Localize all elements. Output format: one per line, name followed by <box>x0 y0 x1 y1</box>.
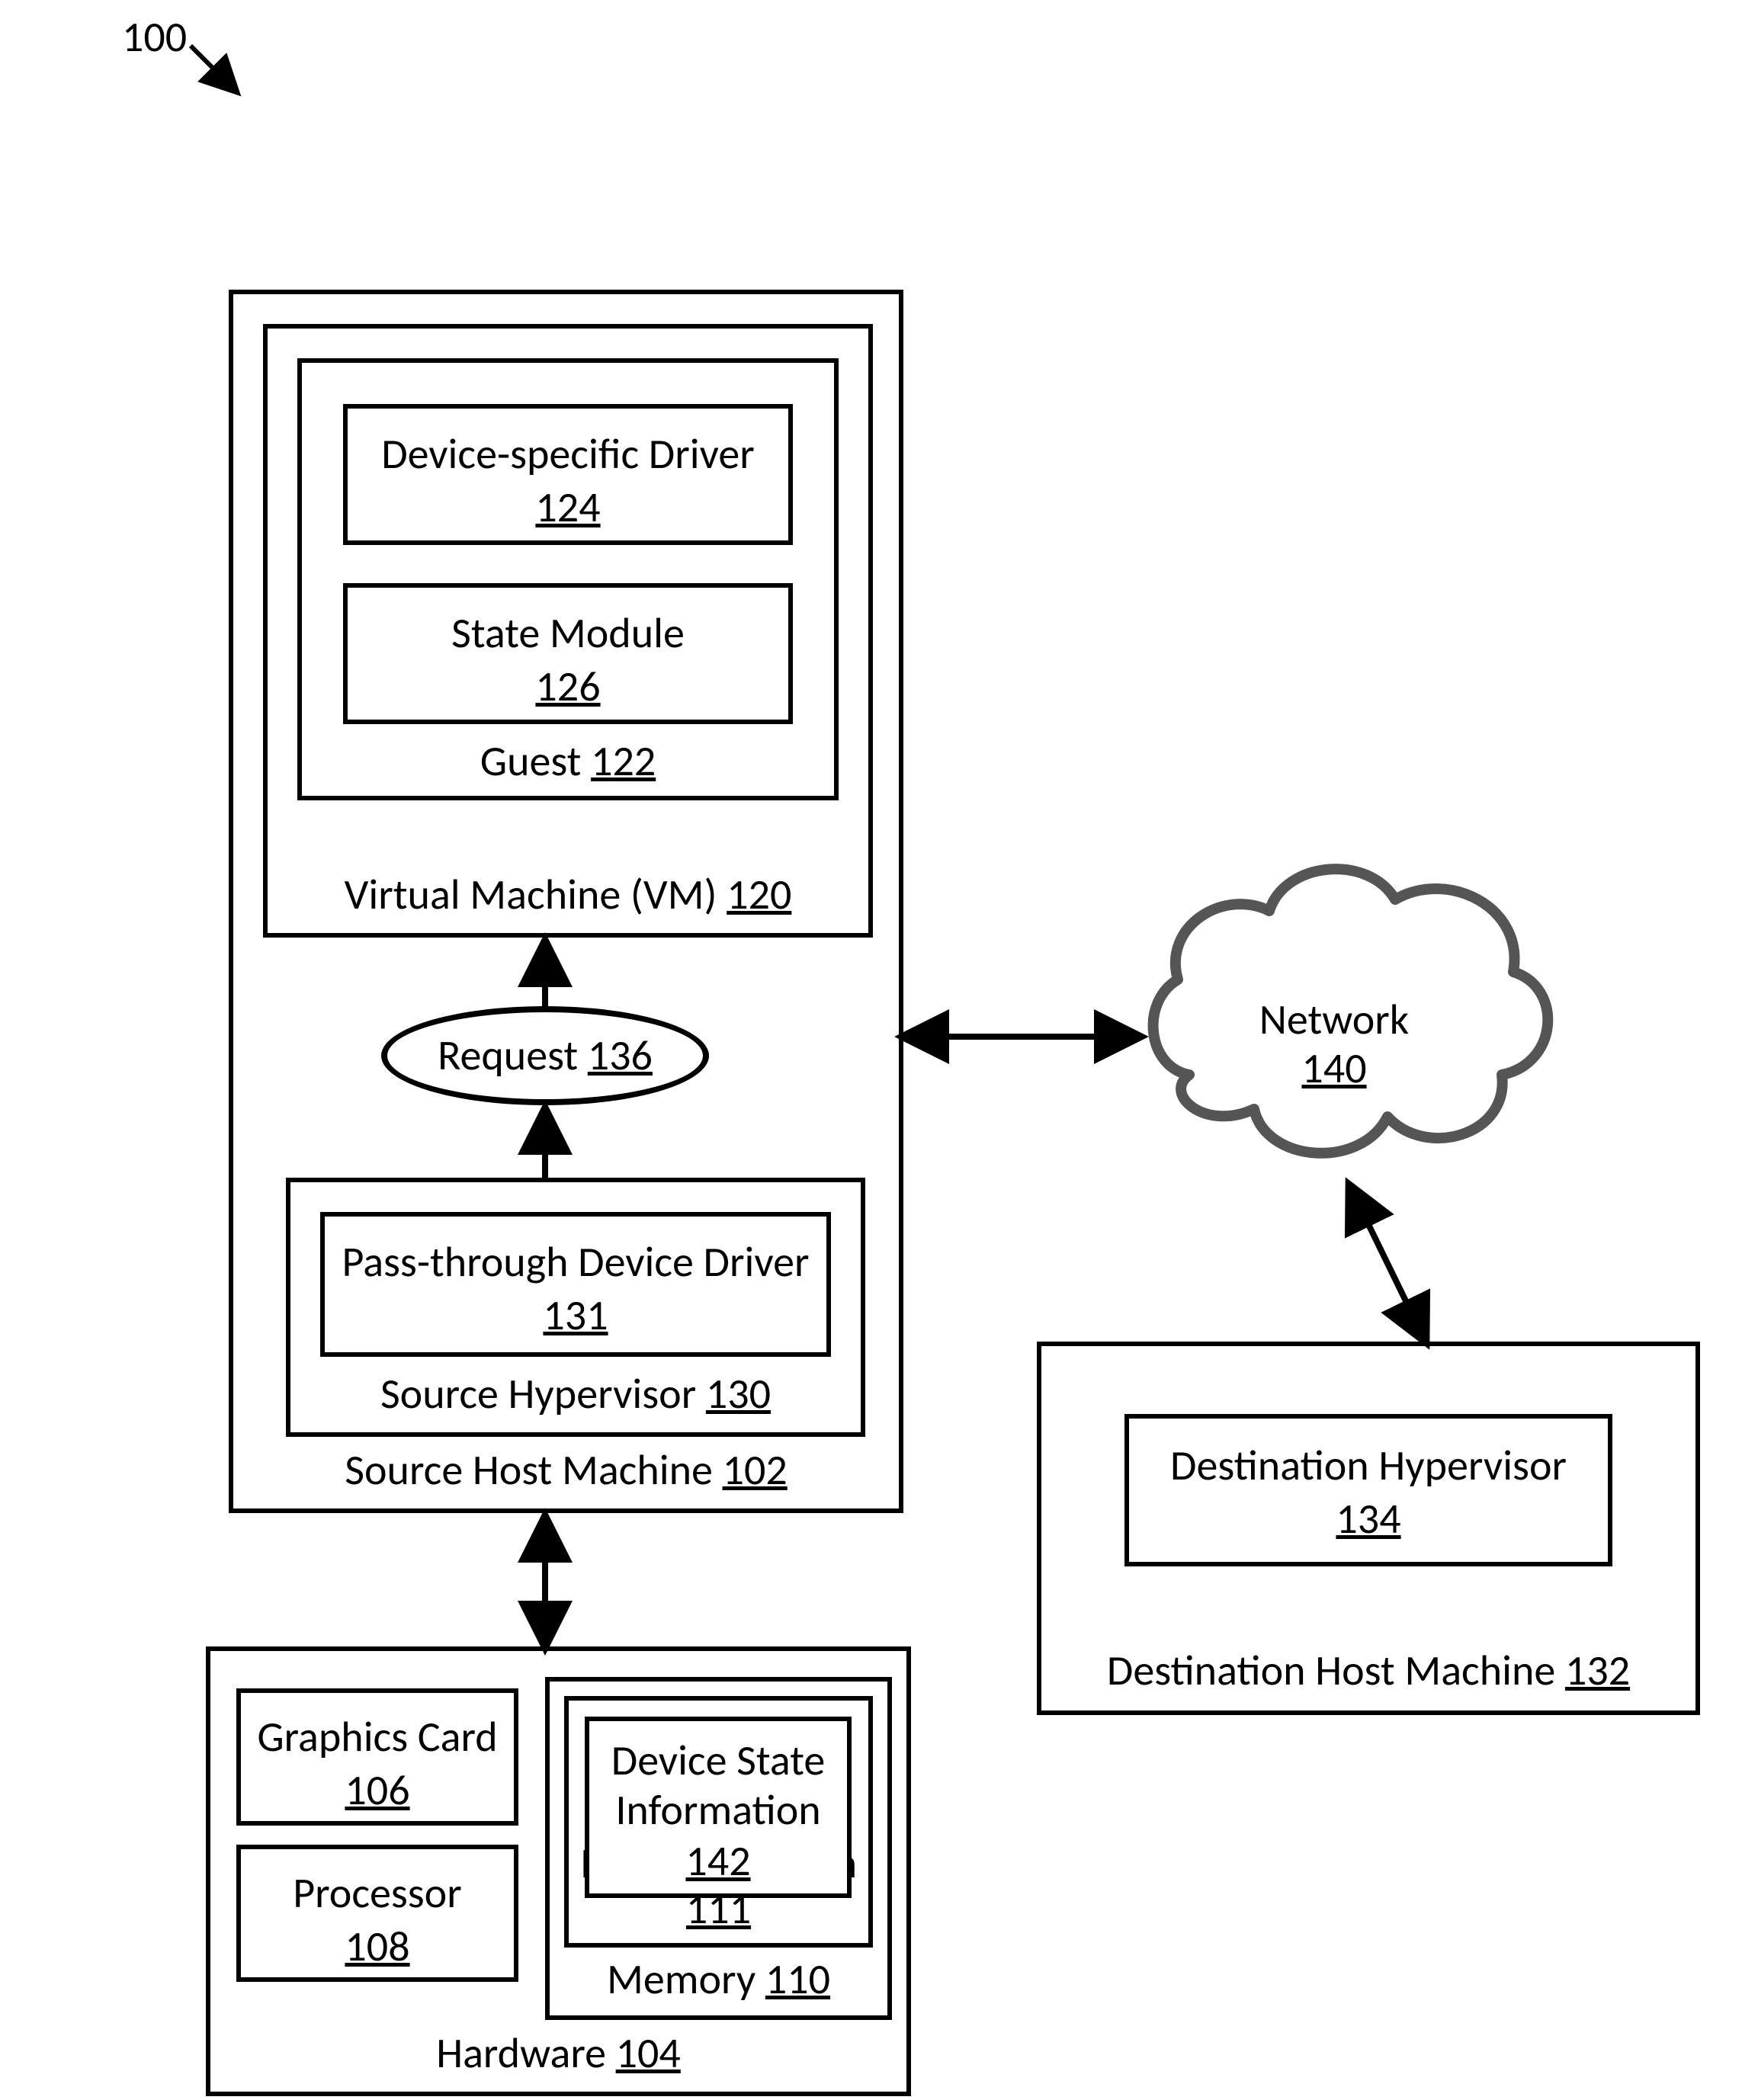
memory-ref: 110 <box>765 1954 830 2005</box>
hardware-label: Hardware 104 <box>210 2029 906 2078</box>
device-state-info-name-2: Information <box>589 1786 847 1835</box>
guest-ref: 122 <box>591 736 656 787</box>
memory-label: Memory 110 <box>550 1955 887 2004</box>
destination-hypervisor-ref: 134 <box>1129 1495 1608 1544</box>
source-hypervisor-name: Source Hypervisor <box>380 1368 706 1420</box>
request-ellipse: Request 136 <box>381 1006 709 1105</box>
device-state-info-box: Device State Information 142 <box>585 1717 852 1898</box>
processor-ref: 108 <box>241 1922 514 1971</box>
vm-name: Virtual Machine (VM) <box>345 869 727 921</box>
state-module-name: State Module <box>348 609 788 658</box>
network-ref: 140 <box>1301 1044 1366 1093</box>
vm-label: Virtual Machine (VM) 120 <box>268 870 868 919</box>
processor-name: Processor <box>241 1869 514 1918</box>
pass-through-driver-box: Pass-through Device Driver 131 <box>320 1212 831 1357</box>
guest-label: Guest 122 <box>302 737 834 786</box>
destination-hypervisor-name: Destination Hypervisor <box>1129 1441 1608 1490</box>
pass-through-driver-ref: 131 <box>325 1291 826 1340</box>
source-host-machine-name: Source Host Machine <box>345 1444 722 1496</box>
processor-box: Processor 108 <box>236 1845 518 1982</box>
request-label: Request 136 <box>438 1031 653 1080</box>
request-ref: 136 <box>588 1030 653 1082</box>
state-module-ref: 126 <box>348 662 788 711</box>
network-cloud: Network 140 <box>1136 892 1532 1197</box>
destination-host-machine-name: Destination Host Machine <box>1107 1645 1565 1697</box>
destination-host-machine-label: Destination Host Machine 132 <box>1041 1646 1695 1695</box>
source-hypervisor-ref: 130 <box>706 1368 771 1420</box>
device-specific-driver-name: Device-specific Driver <box>348 430 788 479</box>
guest-name: Guest <box>480 736 591 787</box>
pass-through-driver-name: Pass-through Device Driver <box>325 1238 826 1287</box>
device-specific-driver-box: Device-specific Driver 124 <box>343 404 793 545</box>
vm-ref: 120 <box>727 869 791 921</box>
device-state-info-ref: 142 <box>589 1837 847 1886</box>
graphics-card-box: Graphics Card 106 <box>236 1688 518 1826</box>
destination-host-machine-ref: 132 <box>1565 1645 1630 1697</box>
source-host-machine-ref: 102 <box>723 1444 788 1496</box>
diagram-canvas: 100 Source Host Machine 102 <box>0 0 1758 2100</box>
hardware-ref: 104 <box>616 2028 681 2079</box>
memory-name: Memory <box>607 1954 765 2005</box>
figure-reference-label: 100 <box>122 11 187 63</box>
device-specific-driver-ref: 124 <box>348 483 788 532</box>
device-state-info-name-1: Device State <box>589 1736 847 1785</box>
arrow-network-destination <box>1349 1185 1426 1342</box>
destination-hypervisor-box: Destination Hypervisor 134 <box>1124 1414 1612 1566</box>
figure-pointer-arrow <box>191 46 236 91</box>
request-name: Request <box>438 1030 588 1082</box>
source-host-machine-label: Source Host Machine 102 <box>233 1446 899 1495</box>
source-hypervisor-label: Source Hypervisor 130 <box>290 1370 861 1419</box>
network-name: Network <box>1259 995 1410 1044</box>
hardware-name: Hardware <box>436 2028 615 2079</box>
graphics-card-ref: 106 <box>241 1766 514 1815</box>
state-module-box: State Module 126 <box>343 583 793 724</box>
graphics-card-name: Graphics Card <box>241 1713 514 1762</box>
